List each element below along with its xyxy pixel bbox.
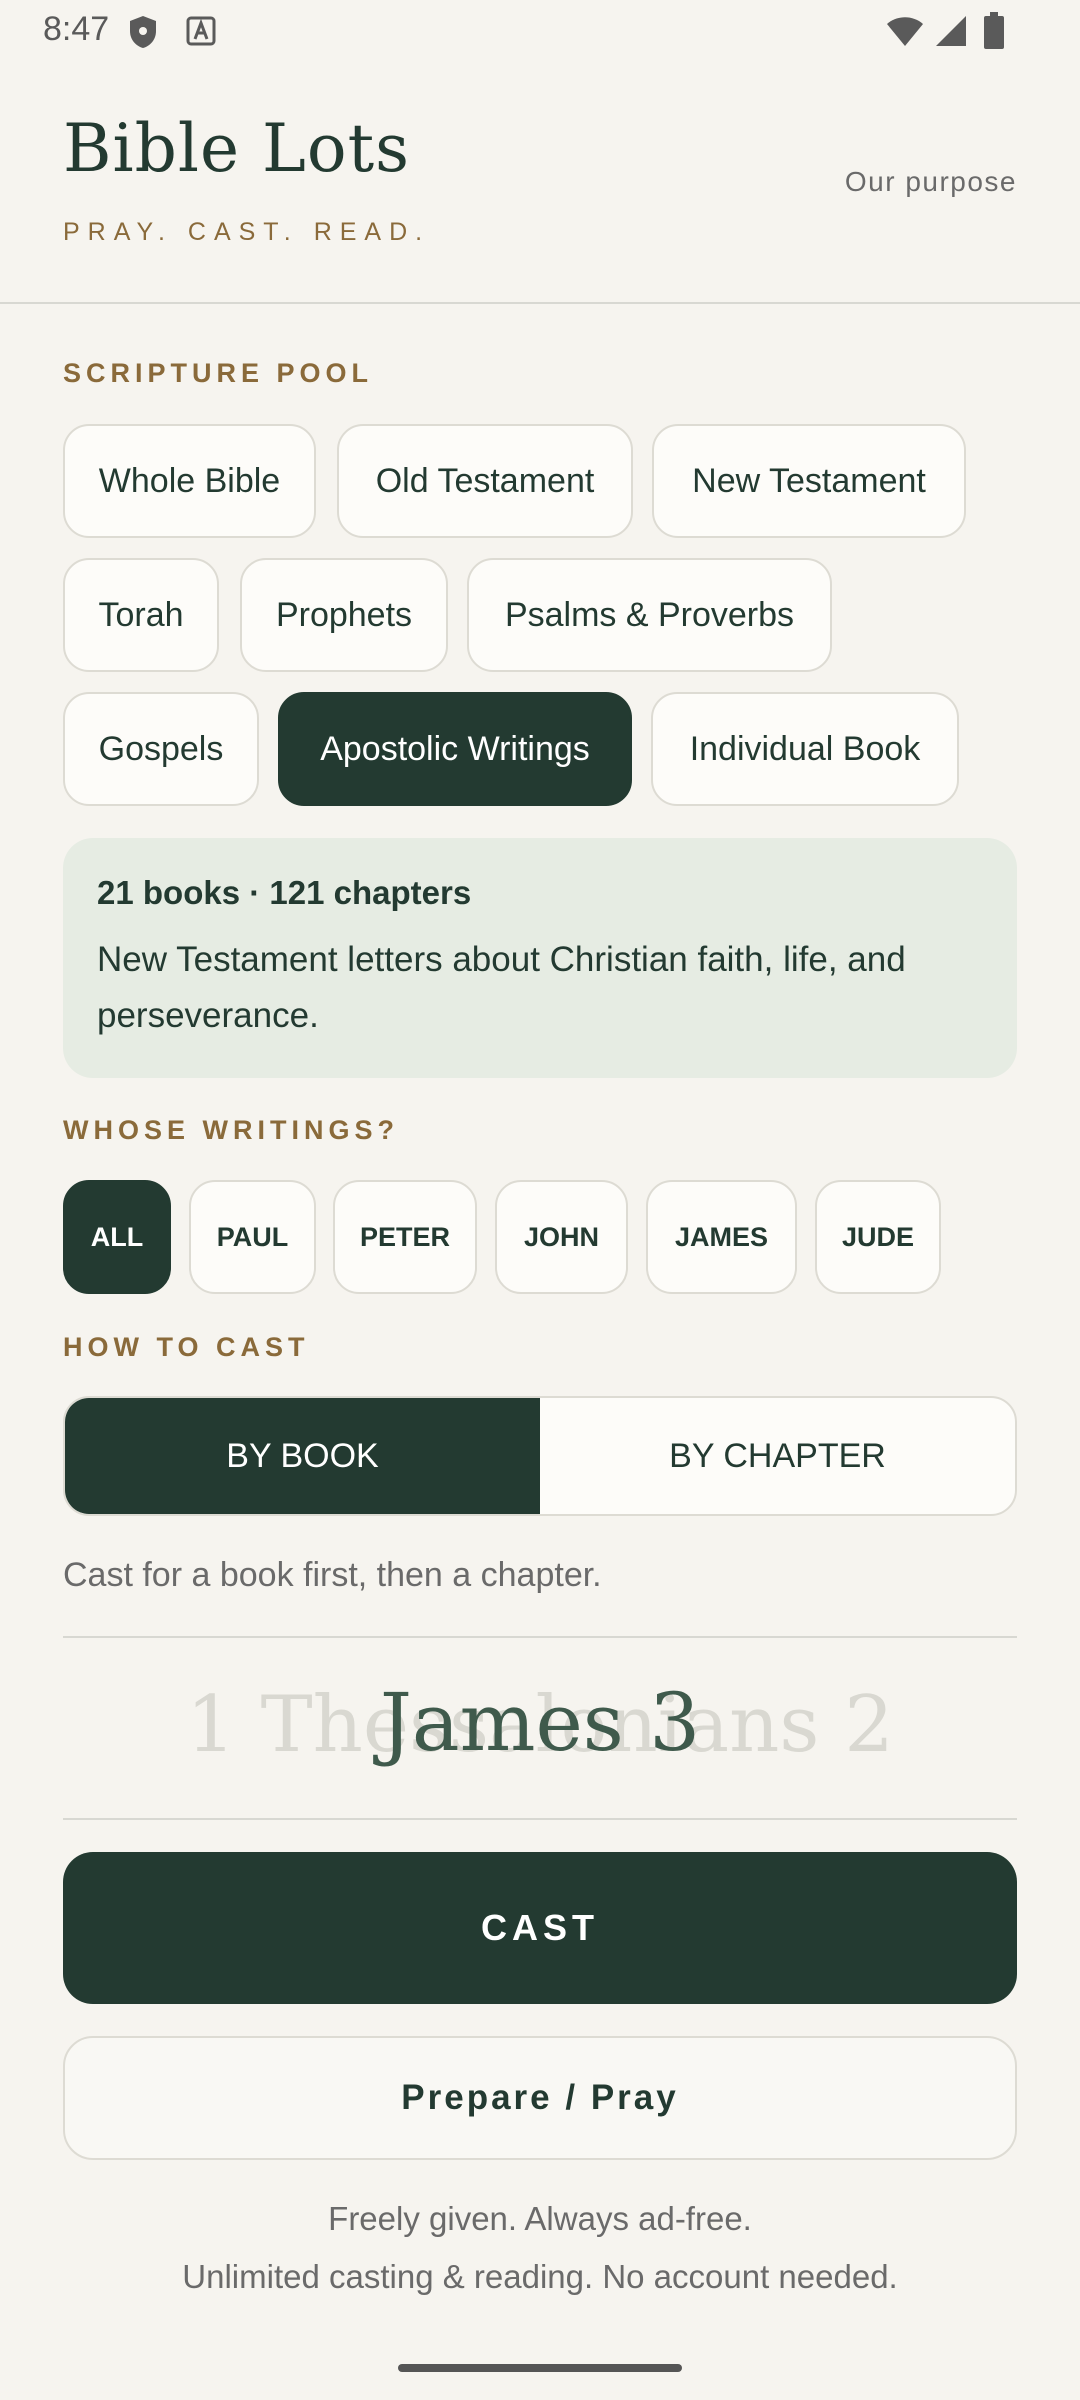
pool-summary: 21 books · 121 chapters bbox=[97, 874, 472, 911]
scripture-pool-label: SCRIPTURE POOL bbox=[63, 358, 374, 388]
cast-mode-toggle: BY BOOK BY CHAPTER bbox=[63, 1396, 1017, 1516]
prepare-pray-button[interactable]: Prepare / Pray bbox=[63, 2036, 1017, 2160]
writer-chip-all[interactable]: ALL bbox=[63, 1180, 171, 1294]
how-to-cast-label: HOW TO CAST bbox=[63, 1332, 310, 1362]
whose-writings-label: WHOSE WRITINGS? bbox=[63, 1115, 399, 1145]
header-divider bbox=[0, 302, 1080, 304]
pool-chip-prophets[interactable]: Prophets bbox=[240, 558, 448, 672]
cast-by-chapter-option[interactable]: BY CHAPTER bbox=[540, 1398, 1015, 1514]
pool-chip-individual-book[interactable]: Individual Book bbox=[651, 692, 959, 806]
reel-bottom-divider bbox=[63, 1818, 1017, 1820]
pool-description: New Testament letters about Christian fa… bbox=[97, 940, 906, 1035]
pool-chip-gospels[interactable]: Gospels bbox=[63, 692, 259, 806]
pool-chip-old-testament[interactable]: Old Testament bbox=[337, 424, 633, 538]
writer-chip-paul[interactable]: PAUL bbox=[189, 1180, 316, 1294]
reel-top-divider bbox=[63, 1636, 1017, 1638]
writer-chip-james[interactable]: JAMES bbox=[646, 1180, 797, 1294]
pool-chip-new-testament[interactable]: New Testament bbox=[652, 424, 966, 538]
pool-chip-torah[interactable]: Torah bbox=[63, 558, 219, 672]
writer-chip-peter[interactable]: PETER bbox=[333, 1180, 477, 1294]
cell-signal-icon bbox=[936, 16, 966, 46]
shield-icon bbox=[130, 16, 156, 48]
font-a-icon bbox=[186, 16, 216, 46]
status-bar: 8:47 bbox=[0, 0, 1080, 64]
writer-chip-jude[interactable]: JUDE bbox=[815, 1180, 941, 1294]
pool-chip-apostolic-writings[interactable]: Apostolic Writings bbox=[278, 692, 632, 806]
wifi-icon bbox=[887, 17, 923, 46]
pool-info-card: 21 books · 121 chapters New Testament le… bbox=[63, 838, 1017, 1078]
pool-chip-whole-bible[interactable]: Whole Bible bbox=[63, 424, 316, 538]
cast-mode-hint: Cast for a book first, then a chapter. bbox=[63, 1556, 602, 1594]
result-reel: 1 Thessalonians 2 James 3 bbox=[63, 1640, 1017, 1820]
status-time: 8:47 bbox=[43, 10, 110, 48]
pool-chip-psalms-proverbs[interactable]: Psalms & Proverbs bbox=[467, 558, 832, 672]
cast-button[interactable]: CAST bbox=[63, 1852, 1017, 2004]
writer-chip-john[interactable]: JOHN bbox=[495, 1180, 628, 1294]
our-purpose-link[interactable]: Our purpose bbox=[845, 166, 1017, 198]
home-indicator[interactable] bbox=[398, 2364, 682, 2372]
battery-icon bbox=[984, 12, 1004, 49]
app-tagline: PRAY. CAST. READ. bbox=[63, 218, 431, 246]
footer-line-1: Freely given. Always ad-free. bbox=[328, 2200, 752, 2237]
reel-current-result: James 3 bbox=[379, 1676, 701, 1769]
cast-by-book-option[interactable]: BY BOOK bbox=[65, 1398, 540, 1514]
footer-line-2: Unlimited casting & reading. No account … bbox=[182, 2258, 898, 2295]
app-title: Bible Lots bbox=[63, 110, 410, 187]
